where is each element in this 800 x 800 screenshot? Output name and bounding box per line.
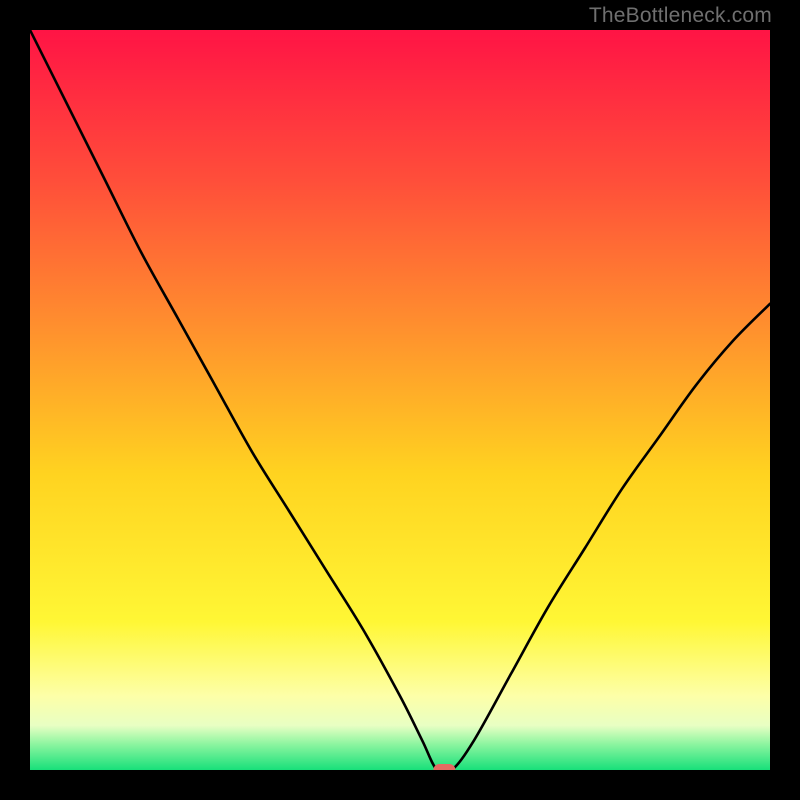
watermark-text: TheBottleneck.com [589,4,772,28]
plot-area [30,30,770,770]
gradient-bg [30,30,770,770]
chart-frame: TheBottleneck.com [0,0,800,800]
optimal-marker [433,764,455,770]
chart-svg [30,30,770,770]
